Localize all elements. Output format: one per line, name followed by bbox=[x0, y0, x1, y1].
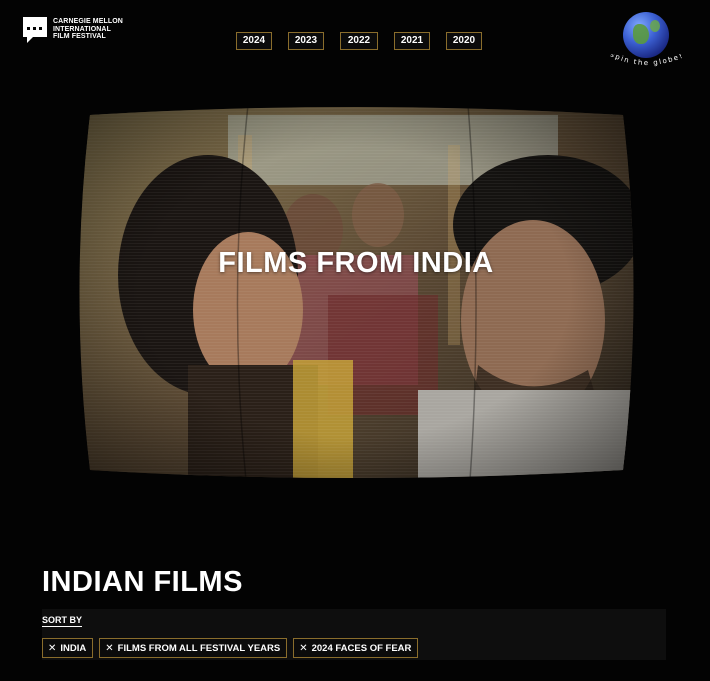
close-icon: ✕ bbox=[105, 642, 114, 654]
page-title: INDIAN FILMS bbox=[42, 566, 243, 598]
year-button-2024[interactable]: 2024 bbox=[236, 32, 272, 50]
logo-line-3: FILM FESTIVAL bbox=[53, 33, 106, 40]
year-button-2023[interactable]: 2023 bbox=[288, 32, 324, 50]
festival-logo[interactable]: CARNEGIE MELLON INTERNATIONAL FILM FESTI… bbox=[23, 17, 123, 43]
globe-label: spin the globe! bbox=[609, 54, 685, 67]
year-button-2021[interactable]: 2021 bbox=[394, 32, 430, 50]
filter-chip-faces-of-fear[interactable]: ✕ 2024 FACES OF FEAR bbox=[293, 638, 419, 658]
year-button-2020[interactable]: 2020 bbox=[446, 32, 482, 50]
hero-image bbox=[79, 107, 634, 478]
globe-icon bbox=[623, 12, 669, 58]
spin-globe-button[interactable]: spin the globe! bbox=[606, 10, 688, 72]
hero-banner: FILMS FROM INDIA bbox=[78, 105, 634, 480]
filter-chip-label: FILMS FROM ALL FESTIVAL YEARS bbox=[117, 642, 281, 654]
close-icon: ✕ bbox=[299, 642, 308, 654]
logo-line-2: INTERNATIONAL bbox=[53, 25, 111, 33]
filter-chip-label: INDIA bbox=[60, 642, 87, 654]
svg-text:spin the globe!: spin the globe! bbox=[609, 54, 685, 67]
year-nav: 2024 2023 2022 2021 2020 bbox=[236, 32, 482, 50]
close-icon: ✕ bbox=[48, 642, 57, 654]
hero-title: FILMS FROM INDIA bbox=[218, 247, 494, 279]
year-button-2022[interactable]: 2022 bbox=[340, 32, 378, 50]
filter-chip-label: 2024 FACES OF FEAR bbox=[311, 642, 412, 654]
logo-text: CARNEGIE MELLON INTERNATIONAL FILM FESTI… bbox=[53, 18, 123, 41]
filter-chip-india[interactable]: ✕ INDIA bbox=[42, 638, 94, 658]
sort-by-button[interactable]: SORT BY bbox=[42, 615, 83, 627]
active-filters: ✕ INDIA ✕ FILMS FROM ALL FESTIVAL YEARS … bbox=[42, 638, 419, 658]
filter-chip-all-years[interactable]: ✕ FILMS FROM ALL FESTIVAL YEARS bbox=[99, 638, 288, 658]
logo-line-1: CARNEGIE MELLON bbox=[53, 18, 123, 25]
speech-bubble-icon bbox=[23, 17, 47, 43]
